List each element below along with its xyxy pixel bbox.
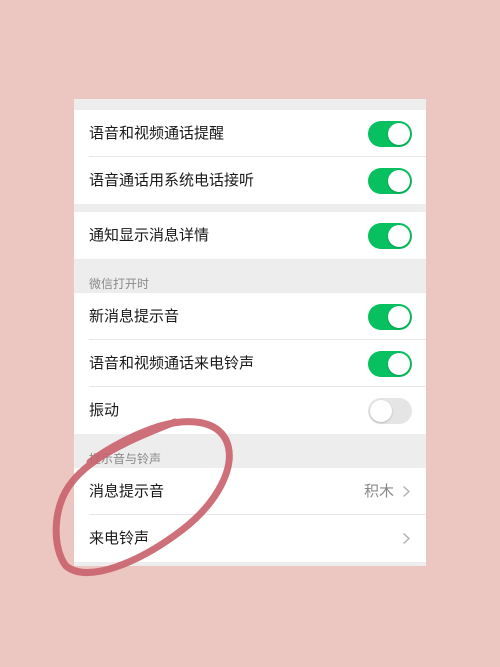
notification-details-row: 通知显示消息详情 xyxy=(74,212,426,259)
ringtone-toggle-label: 语音和视频通话来电铃声 xyxy=(89,354,255,372)
message-tone-value: 积木 xyxy=(363,482,394,500)
call-reminder-toggle[interactable] xyxy=(368,121,412,147)
ringtone-toggle-row: 语音和视频通话来电铃声 xyxy=(74,340,426,387)
section-header-sounds: 提示音与铃声 xyxy=(89,452,162,466)
chevron-right-icon xyxy=(403,533,410,544)
section-header-wechat-open: 微信打开时 xyxy=(89,277,150,291)
ringtone-label: 来电铃声 xyxy=(89,529,150,547)
toggle-knob xyxy=(388,123,410,145)
system-phone-label: 语音通话用系统电话接听 xyxy=(89,171,255,189)
toggle-knob xyxy=(370,400,392,422)
toggle-knob xyxy=(388,306,410,328)
toggle-knob xyxy=(388,170,410,192)
new-message-sound-label: 新消息提示音 xyxy=(89,307,180,325)
call-reminder-label: 语音和视频通话提醒 xyxy=(89,124,225,142)
vibrate-toggle[interactable] xyxy=(368,398,412,424)
message-tone-label: 消息提示音 xyxy=(89,482,165,500)
ringtone-row[interactable]: 来电铃声 xyxy=(74,515,426,562)
notification-details-toggle[interactable] xyxy=(368,223,412,249)
toggle-knob xyxy=(388,353,410,375)
toggle-knob xyxy=(388,225,410,247)
new-message-sound-row: 新消息提示音 xyxy=(74,293,426,340)
message-tone-row[interactable]: 消息提示音 积木 xyxy=(74,468,426,515)
system-phone-row: 语音通话用系统电话接听 xyxy=(74,157,426,204)
ringtone-toggle[interactable] xyxy=(368,351,412,377)
settings-panel: 语音和视频通话提醒 语音通话用系统电话接听 通知显示消息详情 微信打开时 新消息… xyxy=(74,99,426,566)
chevron-right-icon xyxy=(403,486,410,497)
new-message-sound-toggle[interactable] xyxy=(368,304,412,330)
system-phone-toggle[interactable] xyxy=(368,168,412,194)
vibrate-label: 振动 xyxy=(89,401,120,419)
notification-details-label: 通知显示消息详情 xyxy=(89,226,210,244)
call-reminder-row: 语音和视频通话提醒 xyxy=(74,110,426,157)
vibrate-row: 振动 xyxy=(74,387,426,434)
